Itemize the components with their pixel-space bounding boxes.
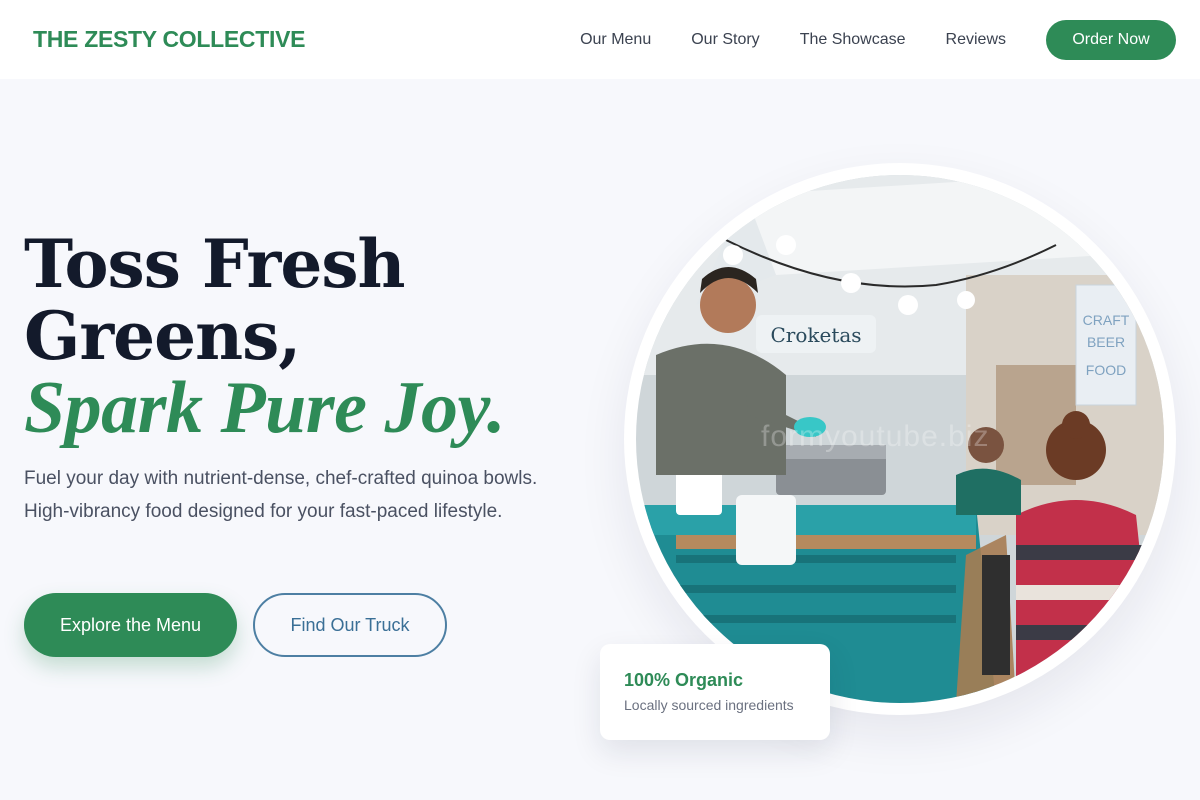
- image-watermark: formyoutube.biz: [761, 420, 990, 453]
- order-now-button[interactable]: Order Now: [1046, 19, 1176, 60]
- nav-link-reviews[interactable]: Reviews: [946, 31, 1006, 49]
- find-truck-button[interactable]: Find Our Truck: [253, 593, 447, 657]
- explore-menu-button[interactable]: Explore the Menu: [24, 593, 237, 657]
- hero-title-line-2: Greens,: [24, 297, 301, 375]
- nav-link-story[interactable]: Our Story: [691, 31, 759, 49]
- organic-badge-card: 100% Organic Locally sourced ingredients: [600, 644, 830, 740]
- hero-subtitle: Fuel your day with nutrient-dense, chef-…: [24, 468, 538, 522]
- site-header: THE ZESTY COLLECTIVE Our Menu Our Story …: [0, 0, 1200, 79]
- hero-title-accent: Spark Pure Joy.: [24, 367, 506, 449]
- truck-sign-text: Croketas: [770, 323, 861, 347]
- nav-link-showcase[interactable]: The Showcase: [800, 31, 906, 49]
- badge-subtitle: Locally sourced ingredients: [624, 697, 794, 713]
- main-nav: Our Menu Our Story The Showcase Reviews …: [580, 19, 1176, 60]
- hero-food-truck-image: CRAFT BEER FOOD Croketas formyoutube.biz: [636, 175, 1164, 703]
- nav-link-menu[interactable]: Our Menu: [580, 31, 651, 49]
- badge-title: 100% Organic: [624, 670, 744, 690]
- side-sign-text: CRAFT: [1083, 312, 1130, 328]
- hero-title-line-1: Toss Fresh: [24, 225, 405, 303]
- svg-text:FOOD: FOOD: [1086, 362, 1126, 378]
- svg-text:BEER: BEER: [1087, 334, 1125, 350]
- hero-title: Toss Fresh Greens, Spark Pure Joy.: [24, 225, 506, 449]
- brand-logo[interactable]: THE ZESTY COLLECTIVE: [33, 26, 305, 53]
